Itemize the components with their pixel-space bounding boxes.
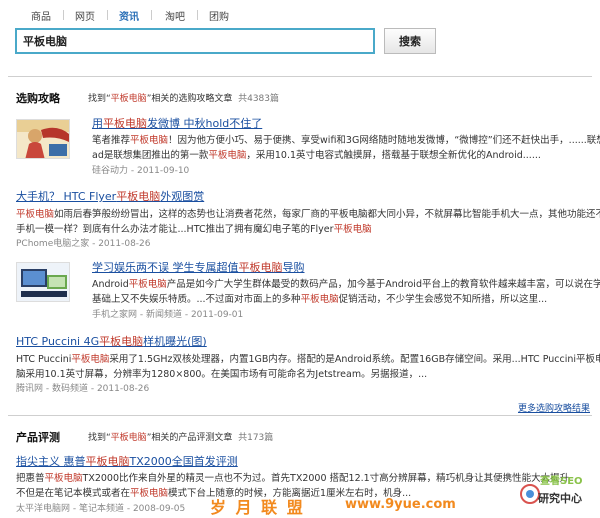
article-snippet: 把惠普平板电脑TX2000比作来自外星的精灵一点也不为过。首先TX2000 搭配…: [16, 473, 570, 484]
more-guides-link[interactable]: 更多选购攻略结果: [518, 401, 590, 414]
search-input[interactable]: [15, 28, 375, 54]
tab-goods[interactable]: 商品: [31, 8, 51, 23]
tab-separator: [151, 10, 152, 20]
tab-group-buy[interactable]: 团购: [209, 8, 229, 23]
watermark-url: www.9yue.com: [345, 497, 456, 512]
article-thumbnail[interactable]: [16, 119, 70, 159]
article-snippet: Android平板电脑产品是如今广大学生群体最受的数码产品，加今基于Androi…: [92, 279, 600, 290]
article-image: [17, 263, 69, 301]
article-title-link[interactable]: 指尖主义 惠普平板电脑TX2000全国首发评测: [16, 453, 238, 469]
tab-news[interactable]: 资讯: [119, 8, 139, 23]
article-meta: 手机之家网 - 新闻频道 - 2011-09-01: [92, 310, 244, 320]
article-meta: PChome电脑之家 - 2011-08-26: [16, 239, 151, 249]
article-snippet: 手机一模一样？到底有什么办法才能让...HTC推出了拥有魔幻电子笔的Flyer平…: [16, 224, 372, 235]
article-title-link[interactable]: 用平板电脑发微博 中秋hold不住了: [92, 115, 262, 131]
article-meta: 硅谷动力 - 2011-09-10: [92, 166, 190, 176]
article-meta: 太平洋电脑网 - 笔记本频道 - 2008-09-05: [16, 504, 186, 514]
divider: [8, 76, 592, 77]
article-meta: 腾讯网 - 数码频道 - 2011-08-26: [16, 384, 150, 394]
tab-separator: [107, 10, 108, 20]
article-title-link[interactable]: HTC Puccini 4G平板电脑样机曝光(图): [16, 333, 207, 349]
divider: [8, 415, 592, 416]
article-snippet: 脑采用10.1英寸屏幕，分辨率为1280×800。在美国市场有可能命名为Jets…: [16, 369, 428, 380]
article-snippet: 基础上又不失娱乐特质。...不过面对市面上的多种平板电脑促销活动，不少学生会感觉…: [92, 294, 548, 305]
section-title: 选购攻略: [16, 92, 60, 105]
section-title: 产品评测: [16, 431, 60, 444]
tab-separator: [197, 10, 198, 20]
article-snippet: HTC Puccini平板电脑采用了1.5GHz双核处理器，内置1GB内存。搭配…: [16, 354, 600, 365]
brand-bottom-text: 研究中心: [538, 492, 582, 505]
section-desc: 找到“平板电脑”相关的选购攻略文章 共4383篇: [88, 94, 279, 104]
tab-web[interactable]: 网页: [75, 8, 95, 23]
seo-brand-logo: 查看SEO 研究中心: [520, 472, 596, 510]
article-snippet: 笔者推荐平板电脑！因为他方便小巧、易于便携、享受wifi和3G网络随时随地发微博…: [92, 135, 600, 146]
brand-mark-icon: [520, 484, 540, 504]
article-title-link[interactable]: 大手机？ HTC Flyer平板电脑外观图赏: [16, 188, 204, 204]
watermark-text: 岁 月 联 盟: [210, 498, 305, 517]
tab-taoba[interactable]: 淘吧: [165, 8, 185, 23]
tab-separator: [63, 10, 64, 20]
article-thumbnail[interactable]: [16, 262, 70, 302]
section-desc: 找到“平板电脑”相关的产品评测文章 共173篇: [88, 433, 274, 443]
article-snippet: 平板电脑如雨后春笋般纷纷冒出，这样的态势也让消费者花然，每家厂商的平板电脑都大同…: [16, 209, 600, 220]
brand-top-text: 查看SEO: [540, 476, 583, 487]
article-image: [17, 120, 69, 158]
article-snippet: ad是联想集团推出的第一款平板电脑，采用10.1英寸电容式触摸屏，搭载基于联想全…: [92, 150, 541, 161]
article-title-link[interactable]: 学习娱乐两不误 学生专属超值平板电脑导购: [92, 259, 305, 275]
search-button[interactable]: 搜索: [384, 28, 436, 54]
search-type-tabs: 商品 网页 资讯 淘吧 团购: [0, 8, 600, 24]
